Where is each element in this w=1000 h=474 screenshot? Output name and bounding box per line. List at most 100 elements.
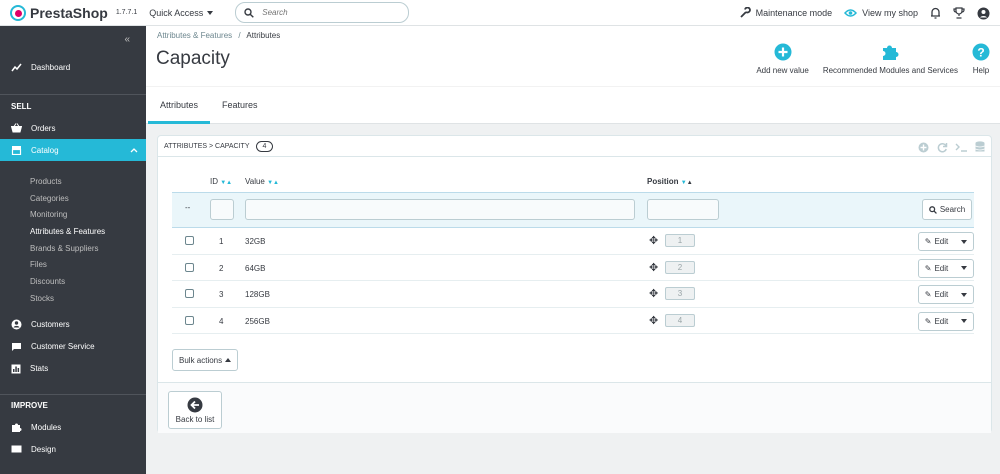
attribute-values-panel: Attributes > Capacity 4 ID ▼▲ Value ▼▲ P… — [157, 135, 992, 433]
tab-features[interactable]: Features — [210, 86, 270, 124]
row-position: 4 — [665, 313, 695, 327]
sidebar-sub-files[interactable]: Files — [0, 256, 146, 273]
page-title: Capacity — [156, 48, 230, 69]
search-icon — [928, 205, 937, 214]
edit-button[interactable]: ✎ Edit — [919, 237, 955, 246]
breadcrumb-current: Attributes — [246, 31, 281, 40]
search-input[interactable] — [262, 8, 393, 17]
sidebar-item-customer-service[interactable]: Customer Service — [0, 336, 146, 358]
sidebar-sub-attributes-features[interactable]: Attributes & Features — [0, 223, 146, 240]
sort-icon[interactable]: ▼▲ — [267, 180, 279, 186]
column-value[interactable]: Value ▼▲ — [245, 177, 279, 186]
chevron-up-icon — [130, 148, 138, 153]
sidebar-item-design[interactable]: Design — [0, 439, 146, 461]
sidebar-item-customers[interactable]: Customers — [0, 314, 146, 336]
help-label: Help — [972, 66, 990, 75]
drag-handle-icon[interactable]: ✥ — [649, 287, 658, 300]
tab-attributes[interactable]: Attributes — [148, 86, 211, 124]
store-icon — [11, 146, 22, 155]
search-button[interactable]: Search — [922, 199, 972, 220]
row-position: 2 — [665, 260, 695, 274]
row-actions-dropdown[interactable] — [955, 239, 973, 244]
sidebar-sub-discounts[interactable]: Discounts — [0, 273, 146, 290]
add-new-value-label: Add new value — [756, 66, 809, 75]
row-position: 3 — [665, 287, 695, 300]
prestashop-logo[interactable]: PrestaShop 1.7.7.1 — [10, 4, 138, 21]
sidebar-label-stats: Stats — [30, 364, 49, 373]
drag-handle-icon[interactable]: ✥ — [649, 234, 658, 247]
main-content: Attributes & Features / Attributes Capac… — [146, 26, 1000, 474]
panel-title: Attributes > Capacity — [164, 142, 250, 150]
quick-access-dropdown[interactable]: Quick Access — [149, 7, 214, 18]
sidebar-item-modules[interactable]: Modules — [0, 417, 146, 439]
sidebar-label-customers: Customers — [31, 320, 70, 329]
database-icon[interactable] — [973, 140, 987, 154]
filter-id-input[interactable] — [210, 199, 234, 220]
row-actions-dropdown[interactable] — [955, 266, 973, 270]
page-header: Attributes & Features / Attributes Capac… — [146, 26, 1000, 86]
top-bar: PrestaShop 1.7.7.1 Quick Access Maintena… — [0, 0, 1000, 26]
recommended-modules-button[interactable]: Recommended Modules and Services — [823, 43, 958, 75]
account-icon[interactable] — [977, 7, 990, 20]
sidebar-heading-improve: IMPROVE — [11, 401, 48, 410]
sidebar-item-dashboard[interactable]: Dashboard — [0, 56, 146, 78]
sidebar-sub-categories[interactable]: Categories — [0, 190, 146, 207]
row-checkbox[interactable] — [185, 315, 194, 325]
sidebar-sub-brands-suppliers[interactable]: Brands & Suppliers — [0, 240, 146, 257]
trophy-icon[interactable] — [953, 7, 965, 19]
sidebar-sub-stocks[interactable]: Stocks — [0, 290, 146, 307]
column-id[interactable]: ID ▼▲ — [210, 177, 232, 186]
edit-button[interactable]: ✎ Edit — [919, 263, 955, 273]
search-icon — [244, 7, 255, 18]
row-id: 3 — [219, 290, 224, 299]
sidebar-sub-monitoring[interactable]: Monitoring — [0, 206, 146, 223]
add-new-value-button[interactable]: Add new value — [756, 43, 809, 75]
help-button[interactable]: ? Help — [972, 43, 990, 75]
quick-access-label: Quick Access — [149, 7, 204, 18]
filter-position-input[interactable] — [647, 199, 719, 220]
sidebar-item-catalog[interactable]: Catalog — [0, 139, 146, 161]
edit-label: Edit — [934, 263, 949, 273]
help-icon: ? — [972, 43, 990, 61]
column-position[interactable]: Position ▼ ▲ — [647, 177, 693, 186]
sidebar-sub-products[interactable]: Products — [0, 173, 146, 190]
caret-down-icon — [961, 292, 967, 297]
bell-icon[interactable] — [930, 7, 941, 19]
add-icon[interactable] — [916, 140, 930, 154]
row-checkbox[interactable] — [185, 236, 194, 245]
drag-handle-icon[interactable]: ✥ — [649, 261, 658, 274]
edit-button[interactable]: ✎ Edit — [919, 290, 955, 299]
edit-button[interactable]: ✎ Edit — [919, 316, 955, 326]
header-search[interactable] — [235, 2, 410, 23]
edit-label: Edit — [934, 237, 949, 246]
version-label: 1.7.7.1 — [115, 9, 138, 16]
bulk-actions-button[interactable]: Bulk actions — [172, 349, 239, 371]
value-count-badge: 4 — [255, 140, 274, 152]
sort-icon[interactable]: ▼▲ — [681, 180, 693, 186]
sidebar-item-orders[interactable]: Orders — [0, 117, 146, 139]
row-value: 256GB — [245, 316, 270, 326]
row-actions-dropdown[interactable] — [955, 319, 973, 323]
terminal-icon[interactable] — [954, 140, 968, 154]
logo-icon — [10, 4, 26, 21]
row-actions-dropdown[interactable] — [955, 292, 973, 297]
sidebar-item-stats[interactable]: Stats — [0, 358, 146, 380]
row-checkbox[interactable] — [185, 262, 194, 272]
collapse-sidebar-icon[interactable]: « — [124, 34, 130, 45]
table-row: 3 128GB ✥ 3 ✎ Edit — [172, 281, 974, 308]
refresh-icon[interactable] — [935, 140, 949, 154]
sort-icon[interactable]: ▼▲ — [220, 180, 232, 186]
page-toolbar: Add new value Recommended Modules and Se… — [756, 43, 990, 75]
account-circle-icon — [11, 319, 22, 330]
drag-handle-icon[interactable]: ✥ — [649, 314, 658, 327]
maintenance-mode-link[interactable]: Maintenance mode — [739, 7, 832, 19]
pencil-icon: ✎ — [924, 290, 932, 299]
back-to-list-button[interactable]: Back to list — [168, 391, 222, 429]
tab-bar: Attributes Features — [146, 86, 1000, 124]
filter-value-input[interactable] — [245, 199, 635, 220]
view-shop-link[interactable]: View my shop — [844, 8, 918, 18]
breadcrumb-parent[interactable]: Attributes & Features — [157, 31, 232, 40]
row-checkbox[interactable] — [185, 289, 194, 298]
row-edit-button-group: ✎ Edit — [918, 311, 974, 331]
edit-label: Edit — [934, 316, 949, 326]
